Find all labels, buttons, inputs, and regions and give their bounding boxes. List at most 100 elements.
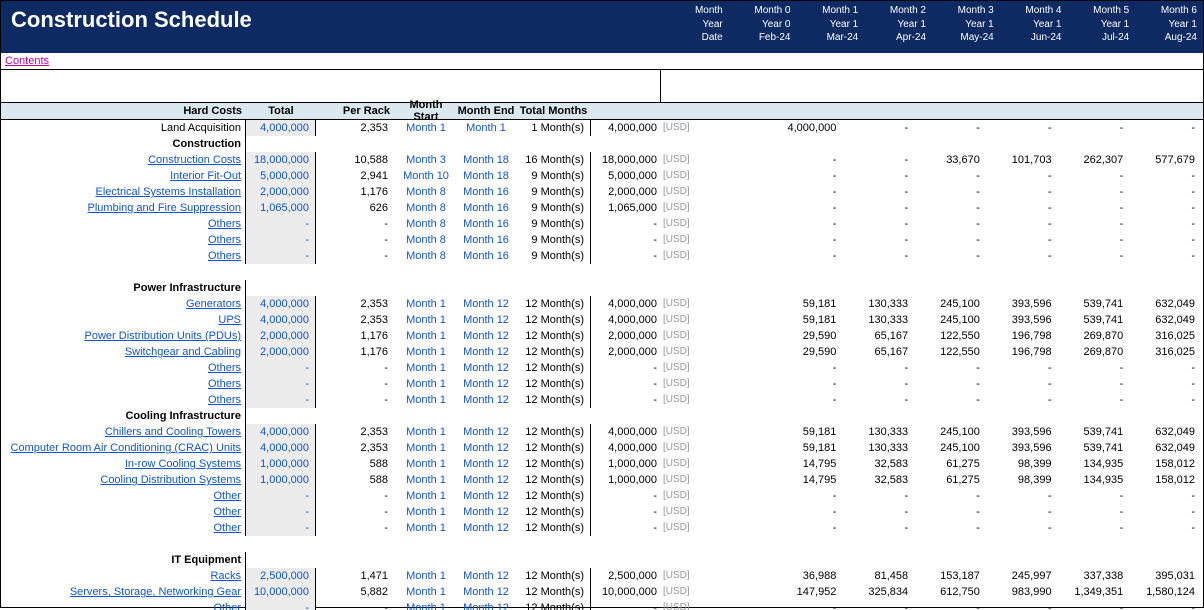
table-row: Others--Month 8Month 169 Month(s)-[USD]-… — [1, 248, 1203, 264]
row-month-end[interactable]: Month 1 — [456, 120, 516, 136]
row-month-start[interactable]: Month 8 — [396, 200, 456, 216]
row-month-start[interactable]: Month 1 — [396, 424, 456, 440]
month-value: 269,870 — [1060, 344, 1132, 360]
row-month-end[interactable]: Month 12 — [456, 312, 516, 328]
month-value: - — [773, 392, 845, 408]
row-month-start[interactable]: Month 1 — [396, 312, 456, 328]
row-label[interactable]: Others — [1, 392, 246, 408]
month-value: - — [844, 600, 916, 610]
table-row: Computer Room Air Conditioning (CRAC) Un… — [1, 440, 1203, 456]
row-label[interactable]: Other — [1, 504, 246, 520]
row-month-start[interactable]: Month 1 — [396, 392, 456, 408]
table-row: Plumbing and Fire Suppression1,065,00062… — [1, 200, 1203, 216]
row-total: 1,065,000 — [246, 200, 316, 216]
month-value: 393,596 — [988, 312, 1060, 328]
month-value: 337,338 — [1060, 568, 1132, 584]
month-header: Month 2Year 1Apr-24 — [864, 1, 932, 53]
row-month-end[interactable]: Month 12 — [456, 392, 516, 408]
row-check: 5,000,000 — [591, 168, 661, 184]
contents-link[interactable]: Contents — [1, 53, 1203, 70]
row-label[interactable]: Switchgear and Cabling — [1, 344, 246, 360]
month-value: - — [1131, 248, 1203, 264]
row-month-end[interactable]: Month 16 — [456, 232, 516, 248]
row-month-end[interactable]: Month 12 — [456, 456, 516, 472]
header-band: Construction Schedule MonthYearDateMonth… — [1, 1, 1203, 53]
row-month-end[interactable]: Month 12 — [456, 488, 516, 504]
row-label[interactable]: Other — [1, 488, 246, 504]
row-label[interactable]: Computer Room Air Conditioning (CRAC) Un… — [1, 440, 246, 456]
row-label[interactable]: Interior Fit-Out — [1, 168, 246, 184]
row-month-start[interactable]: Month 1 — [396, 520, 456, 536]
row-month-end[interactable]: Month 12 — [456, 568, 516, 584]
row-label[interactable]: Others — [1, 232, 246, 248]
row-month-end[interactable]: Month 12 — [456, 344, 516, 360]
row-month-end[interactable]: Month 12 — [456, 424, 516, 440]
month-value: - — [916, 184, 988, 200]
row-label[interactable]: Cooling Distribution Systems — [1, 472, 246, 488]
row-month-start[interactable]: Month 1 — [396, 472, 456, 488]
row-month-start[interactable]: Month 1 — [396, 360, 456, 376]
row-label[interactable]: Others — [1, 248, 246, 264]
row-label[interactable]: In-row Cooling Systems — [1, 456, 246, 472]
row-month-start[interactable]: Month 1 — [396, 296, 456, 312]
row-month-start[interactable]: Month 1 — [396, 488, 456, 504]
month-value — [701, 440, 773, 456]
row-month-start[interactable]: Month 1 — [396, 600, 456, 610]
row-total: - — [246, 248, 316, 264]
row-month-start[interactable]: Month 1 — [396, 504, 456, 520]
row-label[interactable]: Others — [1, 216, 246, 232]
row-label[interactable]: Construction Costs — [1, 152, 246, 168]
month-value: 59,181 — [773, 440, 845, 456]
row-month-start[interactable]: Month 1 — [396, 120, 456, 136]
month-value: - — [1131, 232, 1203, 248]
row-month-end[interactable]: Month 12 — [456, 296, 516, 312]
row-label[interactable]: Racks — [1, 568, 246, 584]
row-month-end[interactable]: Month 18 — [456, 168, 516, 184]
row-label[interactable]: Power Distribution Units (PDUs) — [1, 328, 246, 344]
row-month-end[interactable]: Month 12 — [456, 584, 516, 600]
row-month-end[interactable]: Month 12 — [456, 600, 516, 610]
row-month-end[interactable]: Month 12 — [456, 360, 516, 376]
row-month-start[interactable]: Month 1 — [396, 440, 456, 456]
row-month-end[interactable]: Month 16 — [456, 200, 516, 216]
row-month-end[interactable]: Month 16 — [456, 248, 516, 264]
row-month-start[interactable]: Month 1 — [396, 328, 456, 344]
row-label[interactable]: Plumbing and Fire Suppression — [1, 200, 246, 216]
row-month-end[interactable]: Month 12 — [456, 376, 516, 392]
row-month-end[interactable]: Month 16 — [456, 184, 516, 200]
row-month-end[interactable]: Month 12 — [456, 328, 516, 344]
month-value: - — [1060, 216, 1132, 232]
row-month-end[interactable]: Month 18 — [456, 152, 516, 168]
row-check: 4,000,000 — [591, 296, 661, 312]
row-month-start[interactable]: Month 10 — [396, 168, 456, 184]
row-label[interactable]: Others — [1, 360, 246, 376]
row-month-end[interactable]: Month 12 — [456, 440, 516, 456]
month-values: ------ — [701, 184, 1203, 200]
row-month-start[interactable]: Month 8 — [396, 184, 456, 200]
currency-label: [USD] — [661, 504, 701, 520]
row-month-end[interactable]: Month 12 — [456, 520, 516, 536]
row-month-start[interactable]: Month 1 — [396, 584, 456, 600]
row-month-end[interactable]: Month 12 — [456, 472, 516, 488]
row-month-start[interactable]: Month 8 — [396, 216, 456, 232]
row-label[interactable]: Other — [1, 600, 246, 610]
row-label[interactable]: UPS — [1, 312, 246, 328]
row-label[interactable]: Servers, Storage, Networking Gear — [1, 584, 246, 600]
row-month-start[interactable]: Month 8 — [396, 248, 456, 264]
row-label[interactable]: Generators — [1, 296, 246, 312]
row-month-start[interactable]: Month 1 — [396, 376, 456, 392]
row-month-start[interactable]: Month 3 — [396, 152, 456, 168]
row-month-start[interactable]: Month 8 — [396, 232, 456, 248]
row-label[interactable]: Electrical Systems Installation — [1, 184, 246, 200]
row-month-end[interactable]: Month 12 — [456, 504, 516, 520]
row-month-start[interactable]: Month 1 — [396, 456, 456, 472]
month-value: - — [988, 184, 1060, 200]
month-value: - — [1131, 120, 1203, 136]
row-label[interactable]: Other — [1, 520, 246, 536]
currency-label: [USD] — [661, 360, 701, 376]
row-label[interactable]: Others — [1, 376, 246, 392]
row-month-start[interactable]: Month 1 — [396, 344, 456, 360]
row-month-start[interactable]: Month 1 — [396, 568, 456, 584]
row-month-end[interactable]: Month 16 — [456, 216, 516, 232]
row-label[interactable]: Chillers and Cooling Towers — [1, 424, 246, 440]
